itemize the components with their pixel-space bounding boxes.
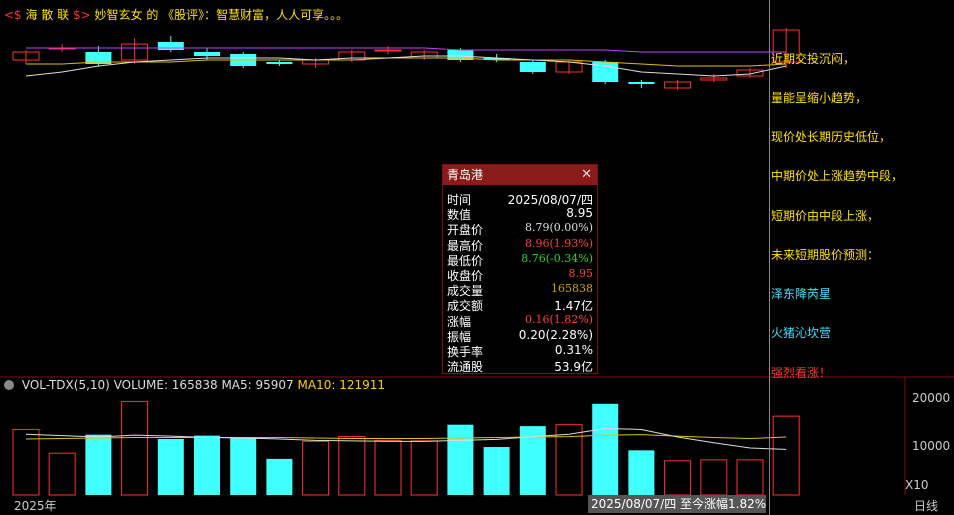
- cursor-date-info: 2025/08/07/四 至今涨幅1.82%: [588, 495, 766, 513]
- candle-body: [266, 62, 293, 64]
- candle-body: [519, 62, 546, 72]
- candle-body: [157, 42, 184, 50]
- volume-bar: [374, 439, 402, 496]
- info-row: 换手率 0.31%: [447, 343, 593, 359]
- info-title: 青岛港: [447, 168, 484, 182]
- header-banner: <$ 海 散 联 $> 妙智玄女 的 《股评》：智慧财富，人人可享。。。: [4, 6, 348, 23]
- prediction-line: 现价处长期历史低位，: [771, 130, 892, 144]
- info-row: 涨幅 0.16(1.82%): [447, 312, 593, 329]
- volume-header: VOL-TDX(5,10) VOLUME: 165838 MA5: 95907 …: [4, 378, 385, 392]
- volume-bar: [736, 459, 764, 496]
- prediction-line: 短期价由中段上涨，: [771, 209, 880, 223]
- x-axis-year: 2025年: [14, 499, 57, 513]
- prediction-line: 未来短期股价预测：: [771, 248, 880, 262]
- tagline: 妙智玄女 的 《股评》：智慧财富，人人可享。。。: [94, 8, 349, 22]
- vol-axis-label: 10000: [912, 439, 951, 453]
- volume-bar: [266, 458, 293, 495]
- brand-prefix: <$: [4, 8, 26, 22]
- info-row: 最低价 8.76(-0.34%): [447, 251, 593, 268]
- ma-long-line: [26, 47, 787, 53]
- info-row: 时间 2025/08/07/四: [447, 191, 593, 207]
- volume-bar: [628, 450, 655, 495]
- ma10-value: MA10: 121911: [297, 378, 386, 392]
- info-value: 53.9亿: [554, 360, 593, 375]
- info-value: 8.96(1.93%): [524, 236, 593, 250]
- prediction-line: 中期价处上涨趋势中段，: [771, 169, 904, 183]
- brand-suffix: $>: [69, 8, 91, 22]
- close-icon[interactable]: ✕: [581, 165, 592, 185]
- volume-bar: [700, 459, 728, 496]
- info-row: 开盘价 8.79(0.00%): [447, 221, 593, 237]
- prediction-line: 强烈看涨！: [771, 366, 832, 380]
- indicator-menu-icon[interactable]: [4, 380, 14, 390]
- volume-bar: [157, 438, 184, 495]
- info-value: 8.95: [566, 206, 593, 221]
- vol-axis-unit: X10: [905, 478, 929, 492]
- info-value: 8.76(-0.34%): [521, 251, 593, 265]
- prediction-line: 量能呈缩小趋势，: [771, 91, 868, 105]
- volume-bar: [772, 415, 800, 496]
- info-row: 数值 8.95: [447, 206, 593, 222]
- volume-bar: [85, 434, 112, 495]
- info-value: 0.20(2.28%): [518, 327, 593, 342]
- info-row: 振幅 0.20(2.28%): [447, 327, 593, 344]
- prediction-line: 泽东降芮星: [771, 287, 832, 301]
- volume-value: VOLUME: 165838: [113, 378, 218, 392]
- volume-bar: [592, 403, 619, 495]
- brand-text: 海 散 联: [25, 8, 70, 22]
- chart-window[interactable]: <$ 海 散 联 $> 妙智玄女 的 《股评》：智慧财富，人人可享。。。 近期交…: [0, 0, 954, 515]
- info-key: 流通股: [447, 360, 484, 375]
- info-value: 8.95: [568, 267, 594, 280]
- info-row: 最高价 8.96(1.93%): [447, 236, 593, 253]
- volume-bar: [48, 452, 76, 496]
- info-window[interactable]: 青岛港 ✕ 时间 2025/08/07/四 数值 8.95 开盘价 8.79(0.00%)…: [442, 164, 598, 374]
- info-value: 165838: [551, 282, 593, 296]
- info-row: 成交量 165838: [447, 282, 593, 298]
- prediction-line: 近期交投沉闷，: [771, 52, 856, 66]
- period-selector[interactable]: 日线: [914, 497, 938, 514]
- volume-bar: [447, 424, 474, 495]
- volume-bar: [338, 436, 366, 496]
- candle-body: [194, 52, 220, 56]
- volume-bar: [410, 440, 438, 496]
- info-row: 成交额 1.47亿: [447, 297, 593, 313]
- info-value: 0.16(1.82%): [524, 312, 593, 326]
- volume-bar: [230, 438, 257, 495]
- volume-bar: [664, 460, 692, 496]
- indicator-name[interactable]: VOL-TDX(5,10): [22, 378, 110, 392]
- ma5-value: MA5: 95907: [221, 378, 294, 392]
- volume-bar: [121, 400, 149, 496]
- info-row: 收盘价 8.95: [447, 267, 594, 283]
- info-row: 流通股 53.9亿: [447, 358, 593, 375]
- crosshair-line: [769, 0, 770, 515]
- prediction-line: 火猪沁坎营: [771, 326, 832, 340]
- candle-body: [628, 82, 655, 84]
- info-value: 0.31%: [554, 343, 593, 357]
- volume-bar: [302, 440, 330, 496]
- volume-bar: [194, 435, 220, 495]
- info-title-bar[interactable]: 青岛港 ✕: [443, 165, 597, 185]
- vol-axis-label: 20000: [912, 391, 951, 405]
- volume-bar: [483, 447, 510, 495]
- candle-body: [374, 49, 402, 52]
- info-value: 8.79(0.00%): [524, 221, 593, 235]
